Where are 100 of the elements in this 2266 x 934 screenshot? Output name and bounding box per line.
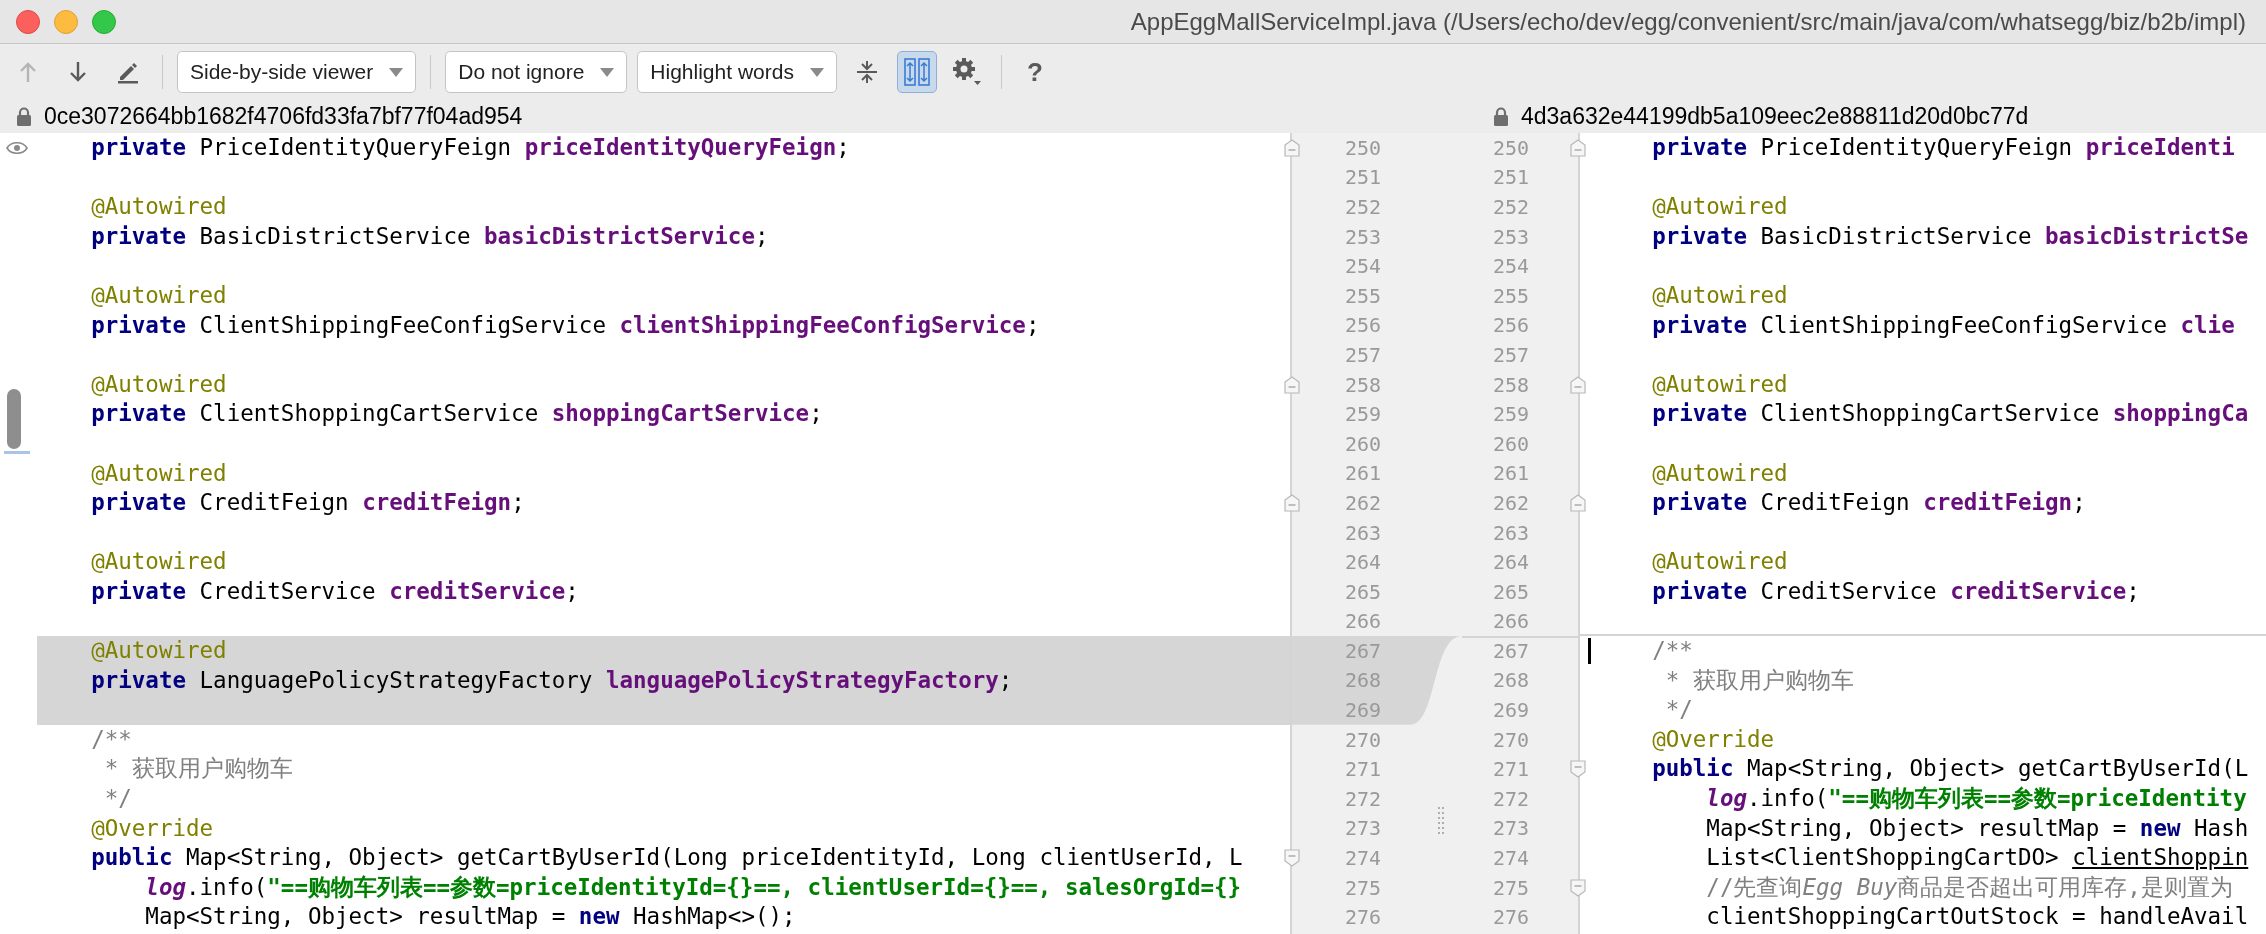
pencil-icon [116, 60, 140, 84]
line-number: 260 [1344, 430, 1381, 458]
code-line: */ [1664, 695, 1694, 725]
line-number: 266 [1492, 608, 1529, 636]
code-line: /** [1651, 636, 1694, 666]
line-number: 268 [1344, 667, 1381, 695]
line-number: 255 [1492, 282, 1529, 310]
dropdown-button[interactable]: Do not ignore [445, 51, 628, 93]
fold-marker-icon[interactable] [1570, 375, 1586, 394]
code-line: Map<String, Object> resultMap = new HashMap<>(); [144, 902, 797, 932]
code-line: List<ClientShoppingCartDO> clientShoppin [1705, 843, 2250, 873]
line-number: 262 [1492, 489, 1529, 517]
code-line: * 获取用户购物车 [103, 754, 294, 784]
code-line: private BasicDistrictService basicDistrictSe [1651, 221, 2250, 251]
sync-scroll-icon [903, 58, 930, 86]
code-line: clientShoppingCartOutStock = handleAvail [1705, 902, 2250, 932]
code-line: log.info("==购物车列表==参数=priceIdentity [1705, 784, 2248, 814]
fold-marker-icon[interactable] [1570, 138, 1586, 157]
line-number: 258 [1492, 371, 1529, 399]
splitter-grip-icon[interactable] [1437, 804, 1445, 835]
line-number: 266 [1344, 608, 1381, 636]
code-line: Map<String, Object> resultMap = new Hash [1705, 813, 2250, 843]
code-line: //先查询Egg Buy商品是否超出可用库存,是则置为 [1705, 872, 2234, 902]
fold-marker-icon[interactable] [1284, 138, 1300, 157]
line-number: 264 [1344, 549, 1381, 577]
eye-icon[interactable] [6, 141, 28, 155]
line-number: 253 [1344, 223, 1381, 251]
dropdown-button[interactable]: Highlight words [637, 51, 837, 93]
change-marker [4, 451, 30, 454]
line-number: 261 [1344, 460, 1381, 488]
code-line: private CreditService creditService; [90, 576, 580, 606]
line-number: 269 [1492, 697, 1529, 725]
line-number: 275 [1492, 874, 1529, 902]
code-line: private CreditFeign creditFeign; [90, 488, 526, 518]
line-number: 265 [1344, 578, 1381, 606]
line-number: 270 [1344, 726, 1381, 754]
code-line: private ClientShippingFeeConfigService clie [1651, 310, 2236, 340]
code-line: @Autowired [1651, 192, 1789, 222]
fold-marker-icon[interactable] [1284, 493, 1300, 512]
line-number: 273 [1492, 815, 1529, 843]
code-line: private PriceIdentityQueryFeign priceIdenti [1651, 133, 2236, 162]
code-line: @Autowired [1651, 458, 1789, 488]
line-number: 255 [1344, 282, 1381, 310]
line-number: 268 [1492, 667, 1529, 695]
code-line: @Autowired [1651, 280, 1789, 310]
fold-marker-icon[interactable] [1284, 375, 1300, 394]
line-number: 254 [1492, 253, 1529, 281]
fold-marker-icon[interactable] [1570, 493, 1586, 512]
code-line: private BasicDistrictService basicDistrictService; [90, 221, 770, 251]
dropdown-button[interactable]: Side-by-side viewer [177, 51, 417, 93]
line-number: 263 [1492, 519, 1529, 547]
line-number: 275 [1344, 874, 1381, 902]
minimize-button[interactable] [54, 9, 78, 34]
caret-icon [389, 67, 404, 77]
line-number: 251 [1344, 164, 1381, 192]
line-number: 273 [1344, 815, 1381, 843]
code-line: public Map<String, Object> getCartByUserId(Long priceIdentityId, Long clientUserId, L [90, 843, 1244, 873]
line-number: 257 [1344, 341, 1381, 369]
line-number: 263 [1344, 519, 1381, 547]
arrow-down-icon [69, 61, 87, 83]
collapse-icon [855, 59, 878, 85]
fold-marker-icon[interactable] [1570, 878, 1586, 897]
close-button[interactable] [16, 9, 40, 34]
line-number: 270 [1492, 726, 1529, 754]
fold-marker-icon[interactable] [1284, 849, 1300, 868]
code-line: @Override [90, 813, 215, 843]
code-line: @Autowired [90, 192, 228, 222]
sync-scroll-button[interactable] [896, 51, 937, 93]
code-line: private ClientShoppingCartService shoppingCa [1651, 399, 2250, 429]
caret-icon [600, 67, 615, 77]
scrollbar-thumb[interactable] [7, 389, 21, 449]
line-number: 265 [1492, 578, 1529, 606]
revision-hash: 4d3a632e44199db5a109eec2e88811d20d0bc77d [1521, 102, 2029, 132]
code-line: private PriceIdentityQueryFeign priceIdentityQueryFeign; [90, 133, 851, 162]
line-number: 272 [1492, 785, 1529, 813]
help-button[interactable]: ? [1015, 51, 1054, 93]
code-line: private CreditFeign creditFeign; [1651, 488, 2087, 518]
code-line: */ [103, 784, 133, 814]
line-number: 259 [1492, 401, 1529, 429]
lock-icon [1493, 106, 1509, 127]
line-number: 271 [1344, 756, 1381, 784]
line-number: 271 [1492, 756, 1529, 784]
line-number: 274 [1344, 845, 1381, 873]
line-number: 251 [1492, 164, 1529, 192]
maximize-button[interactable] [92, 9, 116, 34]
line-number: 260 [1492, 430, 1529, 458]
code-line: log.info("==购物车列表==参数=priceIdentityId={}==, clientUserId={}==, salesOrgId={} [144, 872, 1243, 902]
line-number: 250 [1344, 134, 1381, 162]
code-line: public Map<String, Object> getCartByUserId(L [1651, 754, 2250, 784]
line-number: 274 [1492, 845, 1529, 873]
lock-icon [16, 106, 32, 127]
code-line: @Autowired [90, 280, 228, 310]
arrow-up-icon [19, 61, 37, 83]
line-number: 256 [1492, 312, 1529, 340]
line-number: 252 [1344, 194, 1381, 221]
fold-marker-icon[interactable] [1570, 760, 1586, 779]
line-number: 259 [1344, 401, 1381, 429]
line-number: 264 [1492, 549, 1529, 577]
code-line: @Override [1651, 724, 1776, 754]
revision-hash: 0ce3072664bb1682f4706fd33fa7bf77f04ad954 [44, 102, 523, 132]
